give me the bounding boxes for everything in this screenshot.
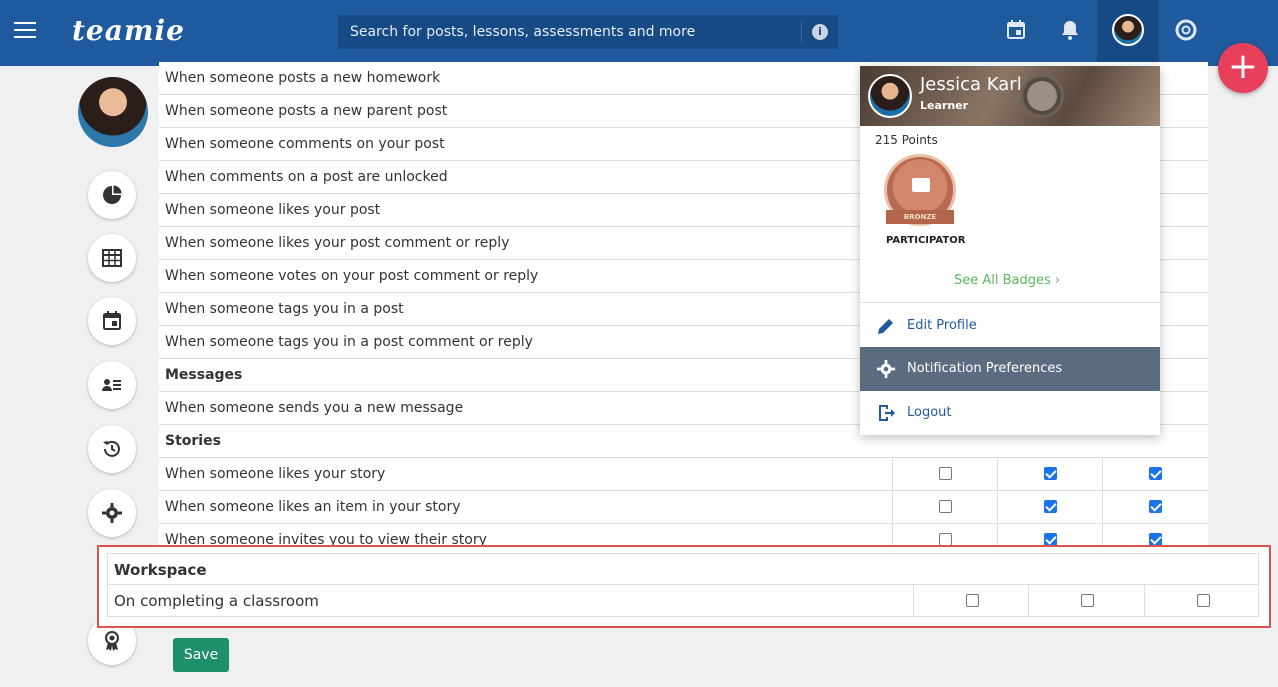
chevron-right-icon: › [1054,273,1061,288]
checkbox-cell [892,458,997,490]
checkbox-cell [997,458,1102,490]
row-label: When someone comments on your post [165,136,445,152]
contacts-icon[interactable] [88,361,136,409]
logout-label: Logout [907,405,952,420]
checkbox-cell [1102,458,1207,490]
avatar [1112,14,1144,46]
pie-chart-icon[interactable] [88,171,136,219]
logout-icon [879,405,895,421]
row-label: Messages [165,367,243,383]
points-count: 215 Points [875,133,938,147]
edit-profile-label: Edit Profile [907,318,977,333]
gear-icon[interactable] [88,489,136,537]
row-label: When someone posts a new homework [165,70,441,86]
save-button[interactable]: Save [173,638,229,672]
teamie-logo[interactable]: teamie [72,14,185,47]
search-divider [801,21,802,43]
badge-level: BRONZE [886,210,954,224]
menu-icon[interactable] [14,22,36,40]
user-dropdown: Jessica Karl Learner 215 Points BRONZE P… [860,66,1160,435]
calendar-icon[interactable] [1004,18,1030,44]
bell-icon[interactable] [1058,18,1084,44]
top-bar: teamie Search for posts, lessons, assess… [0,0,1278,66]
user-name: Jessica Karl [920,74,1022,95]
row-label: When comments on a post are unlocked [165,169,448,185]
table-row: When someone likes your story [159,458,1208,491]
lifebuoy-icon[interactable] [1174,18,1200,44]
row-label: When someone posts a new parent post [165,103,448,119]
row-label: When someone likes your post [165,202,381,218]
user-menu-toggle[interactable] [1097,0,1159,66]
avatar [868,74,912,118]
history-icon[interactable] [88,425,136,473]
checkbox[interactable] [1149,500,1162,513]
add-button[interactable]: + [1218,43,1268,93]
profile-avatar[interactable] [78,77,148,147]
pencil-icon [878,319,893,334]
workspace-title: Workspace [114,561,207,579]
notification-preferences-label: Notification Preferences [907,361,1063,376]
checkbox-cell [892,491,997,523]
profile-banner: Jessica Karl Learner [860,66,1160,126]
banner-image [1020,74,1064,118]
table-icon[interactable] [88,234,136,282]
workspace-row-label: On completing a classroom [114,592,319,610]
checkbox[interactable] [1044,467,1057,480]
search-input[interactable]: Search for posts, lessons, assessments a… [338,15,838,49]
workspace-highlight: Workspace On completing a classroom [97,545,1271,628]
checkbox[interactable] [1044,500,1057,513]
checkbox-cell [997,491,1102,523]
workspace-section-head: Workspace [107,553,1259,585]
workspace-row: On completing a classroom [107,585,1259,617]
notification-preferences-item[interactable]: Notification Preferences [860,347,1160,391]
row-label: When someone tags you in a post [165,301,404,317]
edit-profile-item[interactable]: Edit Profile [860,304,1160,348]
checkbox[interactable] [1081,594,1094,607]
row-label: When someone likes your story [165,466,386,482]
search-placeholder: Search for posts, lessons, assessments a… [350,24,696,40]
see-all-badges-link[interactable]: See All Badges › [954,273,1060,288]
divider [860,302,1160,303]
logout-item[interactable]: Logout [860,391,1160,435]
calendar-icon[interactable] [88,297,136,345]
user-role: Learner [920,99,969,112]
row-label: Stories [165,433,221,449]
see-all-label: See All Badges [954,273,1051,288]
checkbox[interactable] [939,467,952,480]
row-label: When someone likes your post comment or … [165,235,510,251]
info-icon[interactable]: i [812,24,828,40]
checkbox[interactable] [1149,467,1162,480]
checkbox[interactable] [966,594,979,607]
row-label: When someone votes on your post comment … [165,268,539,284]
row-label: When someone tags you in a post comment … [165,334,533,350]
checkbox-cell [1102,491,1207,523]
gear-icon [876,359,896,379]
row-label: When someone sends you a new message [165,400,464,416]
badge-name: PARTICIPATOR [886,235,966,246]
table-row: When someone likes an item in your story [159,491,1208,524]
checkbox[interactable] [1197,594,1210,607]
checkbox[interactable] [939,500,952,513]
row-label: When someone likes an item in your story [165,499,461,515]
